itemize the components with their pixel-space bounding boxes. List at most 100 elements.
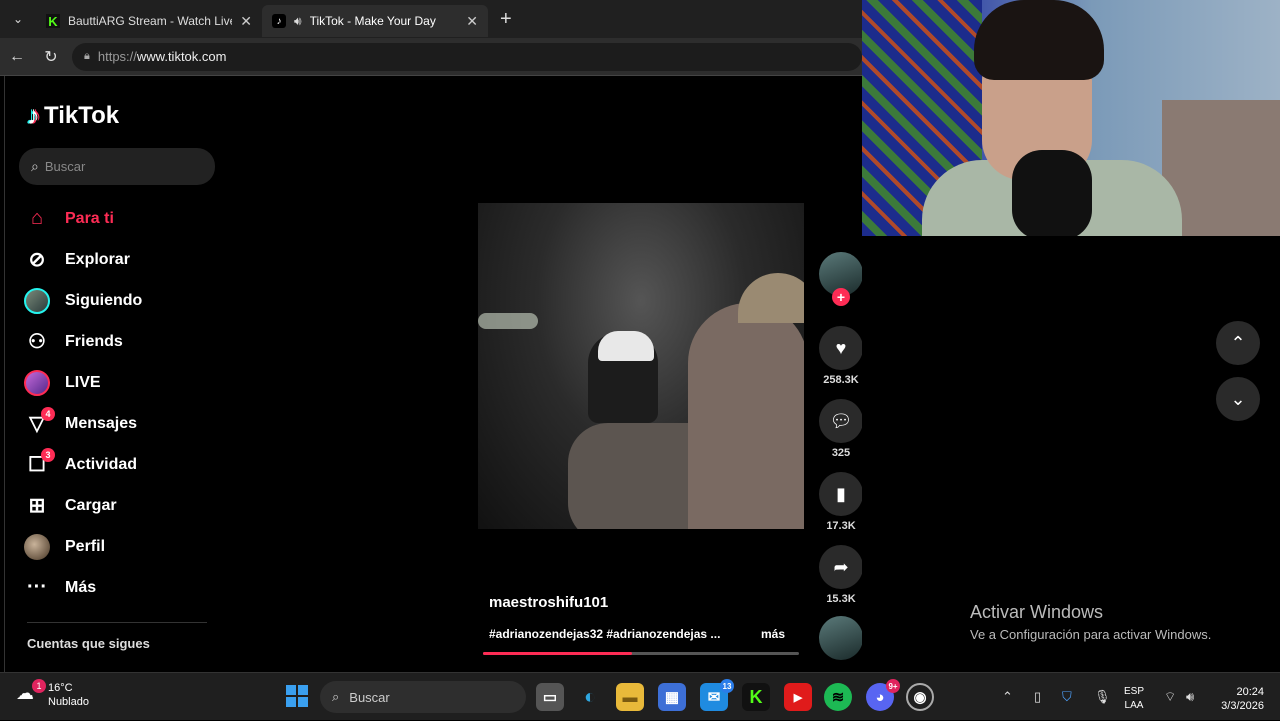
nav-label: Actividad [65,455,138,473]
obs-icon[interactable]: ◉ [906,683,934,711]
sidebar-nav: ⌂ Para ti ⊘ Explorar Siguiendo ⚇ Friends… [23,198,223,608]
tab-tiktok[interactable]: ♪ 🔊︎ TikTok - Make Your Day ✕ [262,5,488,37]
nav-item-actividad[interactable]: ☐ 3 Actividad [23,444,223,485]
store-badge: 13 [720,679,734,693]
discord-badge: 9+ [886,679,900,693]
follow-plus-button[interactable]: + [832,288,850,306]
logo-text: TikTok [44,101,120,129]
messages-icon: ▽ 4 [23,406,55,438]
previous-video-button[interactable]: ⌃ [1216,321,1260,365]
nav-label: Cargar [65,496,117,514]
tab-kick-stream[interactable]: K BauttiARG Stream - Watch Live on ✕ [36,5,262,37]
more-link[interactable]: más [761,627,785,641]
security-shield-icon[interactable]: ⛉ [1062,673,1072,721]
show-hidden-icons-chevron-icon[interactable]: ⌃ [1002,673,1013,721]
nav-item-mensajes[interactable]: ▽ 4 Mensajes [23,403,223,444]
video-description[interactable]: #adrianozendejas32 #adrianozendejas ... [489,627,720,641]
speaker-icon[interactable]: 🔊︎ [294,14,302,29]
video-player[interactable] [478,203,804,529]
nav-item-para-ti[interactable]: ⌂ Para ti [23,198,223,239]
tiktok-logo[interactable]: ♪ TikTok [27,100,119,131]
tab-actions-menu-button[interactable]: ⌄ [0,0,36,38]
next-video-button[interactable]: ⌄ [1216,377,1260,421]
microphone-icon[interactable]: 🎙︎ [1094,673,1111,721]
search-icon: ⌕ [332,689,340,704]
search-box[interactable]: ⌕ [19,148,215,185]
edge-icon[interactable]: ◐ [576,683,604,711]
nav-label: Siguiendo [65,291,143,309]
watermark-subtitle: Ve a Configuración para activar Windows. [970,627,1212,642]
new-tab-button[interactable]: + [500,8,512,31]
video-frame-cap [598,331,654,361]
tiktok-favicon-icon: ♪ [272,14,286,28]
next-creator-avatar[interactable] [819,616,862,660]
video-frame-hat [738,273,804,323]
address-bar-row: ← ↻ 🔒︎ https://www.tiktok.com [0,38,862,76]
kick-icon[interactable]: K [742,683,770,711]
upload-icon: ⊞ [28,495,46,517]
search-input[interactable] [44,159,195,174]
watermark-title: Activar Windows [970,602,1104,622]
webcam-overlay [862,0,1280,236]
reload-icon[interactable]: ↻ [34,47,68,67]
youtube-icon[interactable]: ▶ [784,683,812,711]
volume-icon[interactable]: 🔊︎ [1186,673,1194,721]
video-author[interactable]: maestroshifu101 [489,594,608,611]
nav-label: Mensajes [65,414,138,432]
nav-item-mas[interactable]: ··· Más [23,567,223,608]
share-arrow-icon: ➦ [833,556,849,577]
chevron-down-icon: ⌄ [1230,388,1246,409]
lock-icon: 🔒︎ [84,50,90,62]
nav-item-friends[interactable]: ⚇ Friends [23,321,223,362]
file-explorer-icon[interactable]: ▬ [616,683,644,711]
following-avatar-icon [23,287,51,315]
discord-icon[interactable]: ◕ 9+ [866,679,900,711]
task-view-icon[interactable]: ▭ [536,683,564,711]
weather-badge: 1 [32,679,46,693]
taskbar-clock[interactable]: 20:24 3/3/2026 [1212,685,1264,713]
clock-time: 20:24 [1236,686,1264,698]
nav-item-siguiendo[interactable]: Siguiendo [23,280,223,321]
clock-date: 3/3/2026 [1221,700,1264,712]
activity-icon: ☐ 3 [23,447,55,479]
messages-badge: 4 [41,406,55,421]
taskbar-search[interactable]: ⌕ Buscar [320,681,526,713]
nav-item-explorar[interactable]: ⊘ Explorar [23,239,223,280]
nav-item-cargar[interactable]: ⊞ Cargar [23,485,223,526]
nav-item-perfil[interactable]: Perfil [23,526,223,567]
close-tab-icon[interactable]: ✕ [240,13,252,30]
like-button[interactable]: ♥ [819,326,862,370]
video-frame-light [478,313,538,329]
share-button[interactable]: ➦ [819,545,862,589]
back-arrow-icon[interactable]: ← [0,48,34,66]
close-tab-icon[interactable]: ✕ [466,13,478,30]
nav-label: Para ti [65,209,114,227]
search-icon: ⌕ [31,158,39,174]
weather-widget[interactable]: ☁ 1 16°C Nublado [16,679,89,709]
wifi-icon[interactable]: ⌔ [1164,673,1176,721]
weather-desc: Nublado [48,696,89,708]
start-button[interactable] [286,685,308,707]
nav-item-live[interactable]: LIVE [23,362,223,403]
nav-label: Más [65,578,97,596]
usb-device-icon[interactable]: ▯ [1034,673,1041,721]
store-icon[interactable]: ▦ [658,683,686,711]
comment-button[interactable]: 💬︎ [819,399,862,443]
share-count: 15.3K [826,593,856,605]
url-field[interactable]: 🔒︎ https://www.tiktok.com [72,42,862,71]
activity-badge: 3 [41,447,55,462]
tiktok-page: ♪ TikTok ⌕ ⌂ Para ti ⊘ Explorar Siguiend… [4,76,862,672]
home-icon: ⌂ [30,207,44,229]
tab-title: TikTok - Make Your Day [309,14,436,28]
friends-icon: ⚇ [28,331,46,353]
heart-icon: ♥ [835,337,847,358]
video-progress-bar[interactable] [483,652,799,655]
mail-icon[interactable]: ✉ 13 [700,679,734,711]
save-button[interactable]: ▮ [819,472,862,516]
spotify-icon[interactable]: ≋ [824,683,852,711]
lang-code: ESP [1124,686,1145,697]
webcam-hair [974,0,1104,80]
like-count: 258.3K [823,374,859,386]
nav-label: Friends [65,332,123,350]
input-language-indicator[interactable]: ESP LAA [1124,685,1144,713]
